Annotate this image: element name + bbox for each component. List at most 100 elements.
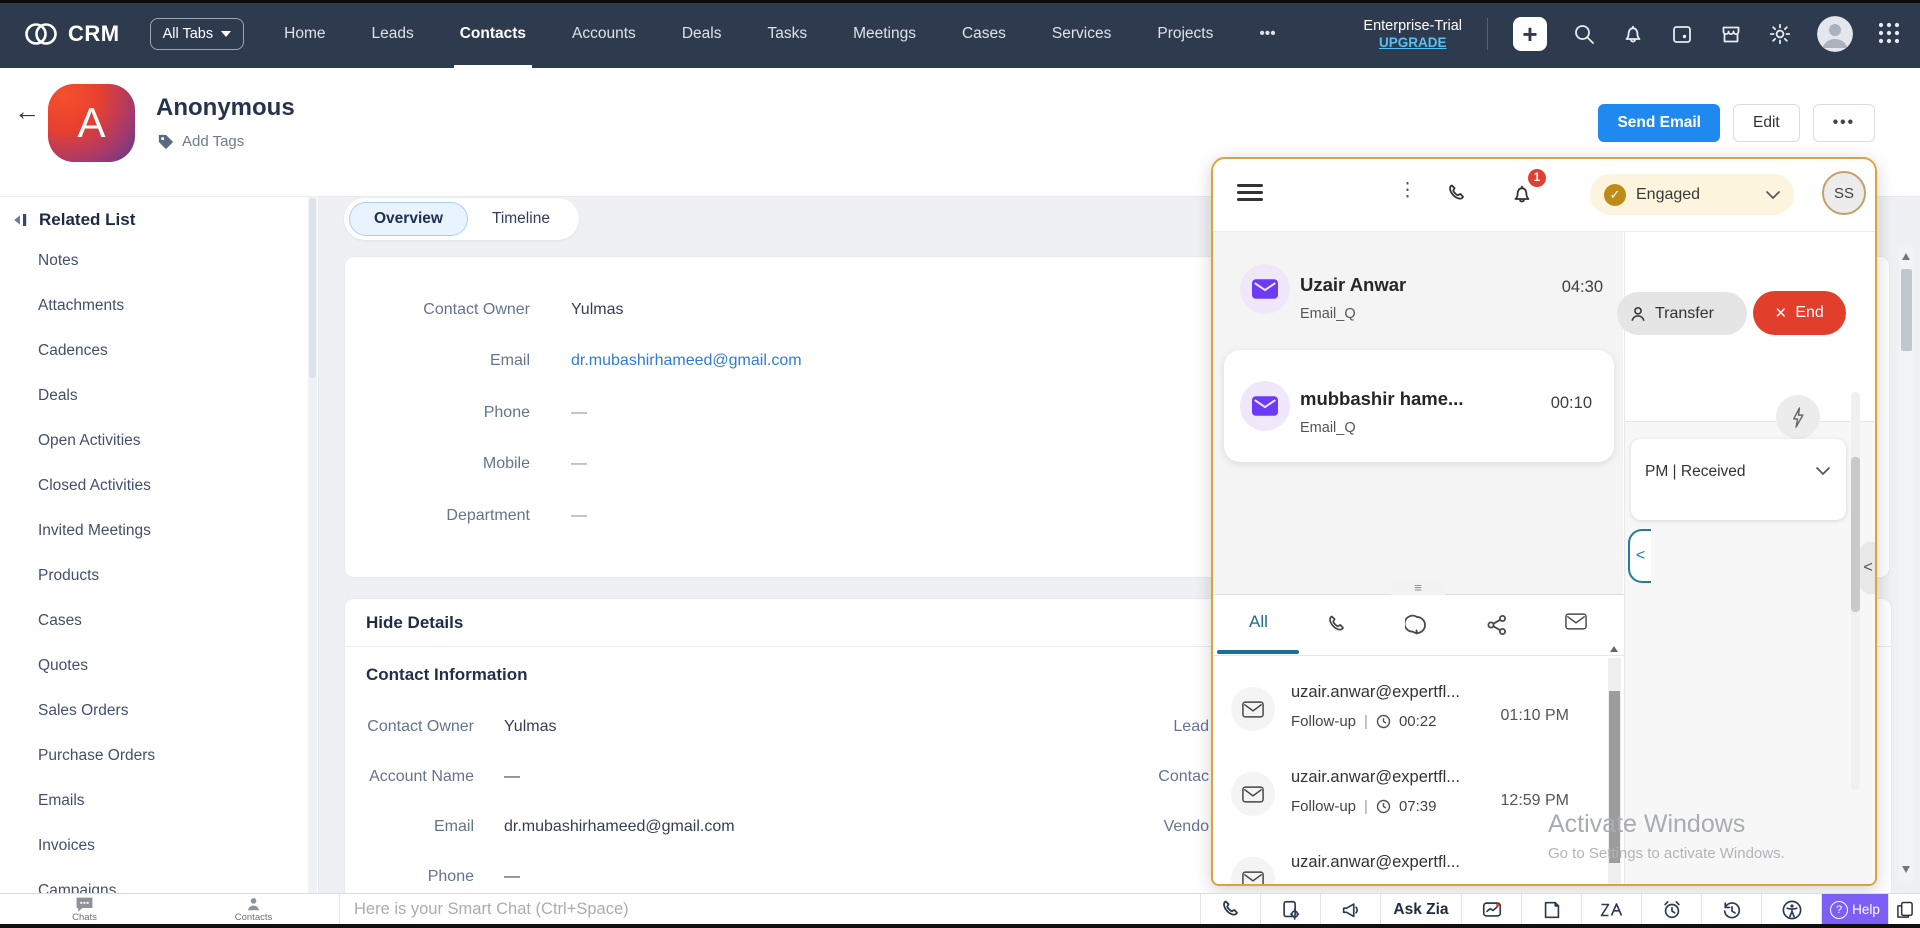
sidebar-item-cadences[interactable]: Cadences: [0, 328, 318, 373]
channel-tabs: All: [1213, 595, 1624, 656]
email-link[interactable]: dr.mubashirhameed@gmail.com: [571, 352, 802, 370]
kebab-menu-icon[interactable]: ⋮: [1398, 179, 1417, 202]
add-tags-button[interactable]: Add Tags: [156, 132, 244, 151]
history-scrollbar[interactable]: [1608, 658, 1621, 885]
chevron-down-icon: [1766, 191, 1780, 199]
hamburger-menu-icon[interactable]: [1237, 184, 1263, 206]
upgrade-link[interactable]: UPGRADE: [1379, 35, 1447, 52]
search-icon[interactable]: [1572, 22, 1596, 46]
phone-icon[interactable]: [1445, 182, 1471, 208]
notifications-bell-icon[interactable]: [1621, 22, 1645, 46]
history-item[interactable]: uzair.anwar@expertfl... Follow-up| 07:39…: [1213, 766, 1603, 838]
reminders-button[interactable]: [1641, 894, 1701, 925]
tab-services[interactable]: Services: [1052, 0, 1111, 68]
chat-bar-tools: Ask Zia ? Help: [1200, 894, 1920, 925]
scroll-up-arrow[interactable]: [1902, 253, 1910, 260]
signals-tool-button[interactable]: [1260, 894, 1320, 925]
call-panel-scrollbar[interactable]: [1851, 392, 1860, 790]
tab-more[interactable]: •••: [1259, 0, 1275, 68]
history-item[interactable]: uzair.anwar@expertfl...: [1213, 851, 1603, 886]
tab-meetings[interactable]: Meetings: [853, 0, 916, 68]
quick-actions-bolt-icon[interactable]: [1776, 395, 1820, 439]
history-item[interactable]: uzair.anwar@expertfl... Follow-up| 00:22…: [1213, 681, 1603, 753]
sidebar-item-notes[interactable]: Notes: [0, 238, 318, 283]
tab-accounts[interactable]: Accounts: [572, 0, 636, 68]
sidebar-item-products[interactable]: Products: [0, 553, 318, 598]
queue-item-selected[interactable]: mubbashir hame... Email_Q 00:10: [1224, 350, 1614, 462]
sidebar-item-emails[interactable]: Emails: [0, 778, 318, 823]
tab-projects[interactable]: Projects: [1157, 0, 1213, 68]
copy-tool-button[interactable]: [1888, 894, 1920, 925]
end-call-button[interactable]: × End: [1753, 291, 1846, 335]
queue-timer: 04:30: [1562, 278, 1603, 297]
tab-timeline[interactable]: Timeline: [468, 203, 574, 235]
tab-contacts[interactable]: Contacts: [460, 0, 526, 68]
sidebar-item-open-activities[interactable]: Open Activities: [0, 418, 318, 463]
sidebar-item-quotes[interactable]: Quotes: [0, 643, 318, 688]
received-time-dropdown[interactable]: PM | Received: [1631, 439, 1846, 520]
collapse-widget-handle[interactable]: <: [1628, 529, 1651, 583]
contacts-tab[interactable]: Contacts: [169, 894, 338, 925]
send-email-button[interactable]: Send Email: [1598, 104, 1720, 142]
tab-cases[interactable]: Cases: [962, 0, 1006, 68]
crm-logo[interactable]: CRM: [24, 21, 120, 47]
agent-avatar[interactable]: SS: [1822, 171, 1866, 215]
scrollbar-thumb[interactable]: [1901, 269, 1912, 351]
page-scrollbar[interactable]: [1899, 247, 1914, 881]
contact-avatar: A: [48, 84, 135, 162]
transfer-button[interactable]: Transfer: [1617, 292, 1747, 335]
help-button[interactable]: ? Help: [1821, 894, 1888, 925]
sidebar-item-invoices[interactable]: Invoices: [0, 823, 318, 868]
announcements-button[interactable]: [1320, 894, 1380, 925]
social-tab-icon[interactable]: [1485, 613, 1509, 637]
sidebar-item-invited-meetings[interactable]: Invited Meetings: [0, 508, 318, 553]
tab-overview[interactable]: Overview: [349, 202, 468, 236]
scroll-down-arrow[interactable]: [1902, 866, 1910, 873]
zia-sketch-button[interactable]: [1581, 894, 1641, 925]
calendar-icon[interactable]: [1670, 22, 1694, 46]
smart-chat-input[interactable]: [339, 894, 1200, 925]
collapse-panel-icon[interactable]: [12, 212, 29, 228]
call-queue-panel: Uzair Anwar Email_Q 04:30 mubbashir hame…: [1213, 232, 1623, 594]
tab-leads[interactable]: Leads: [371, 0, 413, 68]
email-tab-icon[interactable]: [1565, 613, 1589, 637]
quick-create-button[interactable]: +: [1513, 17, 1547, 51]
edit-button[interactable]: Edit: [1733, 104, 1800, 142]
sidebar-item-sales-orders[interactable]: Sales Orders: [0, 688, 318, 733]
agent-status-dropdown[interactable]: ✓ Engaged: [1590, 174, 1794, 215]
chat-tab-icon[interactable]: [1405, 613, 1429, 637]
tab-deals[interactable]: Deals: [682, 0, 722, 68]
sidebar-item-attachments[interactable]: Attachments: [0, 283, 318, 328]
email-link[interactable]: dr.mubashirhameed@gmail.com: [504, 818, 735, 836]
sidebar-item-purchase-orders[interactable]: Purchase Orders: [0, 733, 318, 778]
accessibility-button[interactable]: [1761, 894, 1821, 925]
queue-contact-name: Uzair Anwar: [1300, 274, 1406, 296]
field-value: —: [571, 404, 587, 422]
tab-all-channels[interactable]: All: [1249, 612, 1268, 632]
sidebar-item-cases[interactable]: Cases: [0, 598, 318, 643]
app-grid-icon[interactable]: [1878, 22, 1902, 46]
marketplace-icon[interactable]: [1719, 22, 1743, 46]
settings-gear-icon[interactable]: [1768, 22, 1792, 46]
user-avatar[interactable]: [1817, 16, 1853, 52]
tab-home[interactable]: Home: [284, 0, 325, 68]
ask-zia-button[interactable]: Ask Zia: [1380, 894, 1461, 925]
drag-handle[interactable]: ≡: [1391, 580, 1445, 595]
chats-tab[interactable]: Chats: [0, 894, 169, 925]
sidebar-scrollbar[interactable]: [308, 196, 317, 893]
phone-icon: [1219, 898, 1243, 922]
back-arrow-icon[interactable]: ←: [14, 98, 40, 124]
email-channel-icon: [1240, 381, 1290, 431]
sidebar-item-deals[interactable]: Deals: [0, 373, 318, 418]
tab-tasks[interactable]: Tasks: [767, 0, 807, 68]
sidebar-item-campaigns[interactable]: Campaigns: [0, 868, 318, 893]
audit-history-button[interactable]: [1701, 894, 1761, 925]
all-tabs-dropdown[interactable]: All Tabs: [150, 18, 245, 50]
notes-tool-button[interactable]: [1521, 894, 1581, 925]
more-actions-button[interactable]: •••: [1813, 104, 1875, 142]
phone-tool-button[interactable]: [1200, 894, 1260, 925]
side-collapse-handle[interactable]: <: [1860, 542, 1876, 594]
sidebar-item-closed-activities[interactable]: Closed Activities: [0, 463, 318, 508]
calls-tab-icon[interactable]: [1325, 613, 1349, 637]
analytics-tool-button[interactable]: [1461, 894, 1521, 925]
